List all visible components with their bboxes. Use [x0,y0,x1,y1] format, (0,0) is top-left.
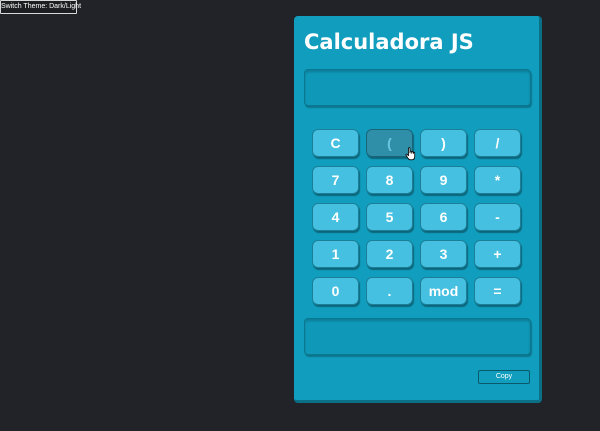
calculator-panel: Calculadora JS C()/ 7 8 9 * 4 5 6- 1 2 3 +0. mod = Co… [294,16,542,403]
keypad: C()/ 7 8 9 * 4 5 6- 1 2 3 +0. mod = [312,129,522,305]
result-display [304,318,531,355]
key-mod[interactable]: mod [420,277,467,305]
key-5[interactable]: 5 [366,203,413,231]
key-6[interactable]: 6 [420,203,467,231]
calculator-title: Calculadora JS [304,30,474,54]
key-open-paren[interactable]: ( [366,129,413,157]
key-3[interactable]: 3 [420,240,467,268]
key-7[interactable]: 7 [312,166,359,194]
expression-display [304,69,531,106]
key-subtract[interactable]: - [474,203,521,231]
key-equals[interactable]: = [474,277,521,305]
key-4[interactable]: 4 [312,203,359,231]
key-add[interactable]: + [474,240,521,268]
key-decimal[interactable]: . [366,277,413,305]
key-clear[interactable]: C [312,129,359,157]
key-close-paren[interactable]: ) [420,129,467,157]
key-multiply[interactable]: * [474,166,521,194]
key-8[interactable]: 8 [366,166,413,194]
key-9[interactable]: 9 [420,166,467,194]
key-0[interactable]: 0 [312,277,359,305]
key-2[interactable]: 2 [366,240,413,268]
key-divide[interactable]: / [474,129,521,157]
theme-toggle-button[interactable]: Switch Theme: Dark/Light [0,0,81,14]
key-1[interactable]: 1 [312,240,359,268]
copy-button[interactable]: Copy [478,370,530,384]
